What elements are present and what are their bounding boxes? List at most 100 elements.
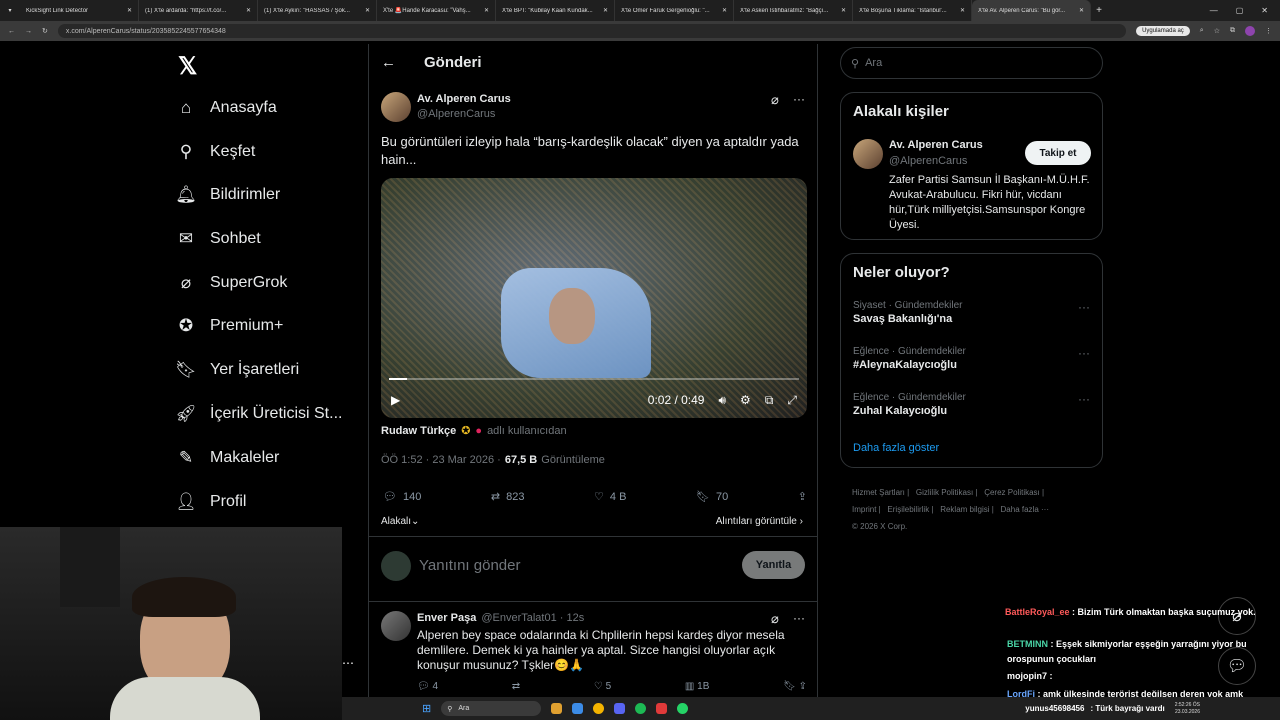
reply-input[interactable]: Yanıtını gönder	[419, 557, 520, 574]
close-icon[interactable]: ✕	[365, 7, 370, 14]
video-progress-bar[interactable]	[389, 378, 799, 380]
author-avatar[interactable]	[381, 92, 411, 122]
more-options-icon[interactable]: ···	[793, 92, 805, 106]
x-logo-icon[interactable]: 𝕏	[178, 52, 197, 81]
browser-tab[interactable]: X'te Boşuna Tıklama: "İstanbul'... ✕	[853, 0, 972, 21]
show-more-link[interactable]: Daha fazla göster	[853, 442, 939, 454]
browser-tab[interactable]: (1) X'te Aykırı: "HASSAS / Şok... ✕	[258, 0, 377, 21]
trend-more-icon[interactable]: ···	[1078, 346, 1090, 360]
bookmark-button[interactable]: 🔖︎ 70	[696, 490, 728, 504]
author-handle[interactable]: @AlperenCarus	[417, 108, 495, 120]
back-icon[interactable]: ←	[8, 28, 15, 35]
reply-button[interactable]: 💬︎ 140	[383, 490, 421, 504]
volume-icon[interactable]: 🔊︎	[718, 393, 726, 408]
repost-button[interactable]: ⇄ 823	[491, 490, 525, 504]
close-icon[interactable]: ✕	[127, 7, 132, 14]
footer-link[interactable]: Hizmet Şartları |	[852, 488, 909, 497]
new-tab-icon[interactable]: +	[1091, 5, 1107, 16]
open-in-app-button[interactable]: Uygulamada aç	[1136, 26, 1190, 36]
reply-reply-button[interactable]: 💬︎ 4	[417, 681, 438, 692]
nav-bookmarks[interactable]: 🔖︎ Yer İşaretleri	[175, 360, 299, 380]
follow-button[interactable]: Takip et	[1025, 141, 1091, 165]
minimize-icon[interactable]: —	[1210, 6, 1218, 15]
browser-tab[interactable]: (1) X'te ardarda: "https://t.co/... ✕	[139, 0, 258, 21]
nav-explore[interactable]: ⚲ Keşfet	[176, 142, 256, 162]
browser-tab[interactable]: X'te Ömer Faruk Gergerlioğlu: "... ✕	[615, 0, 734, 21]
spotify-icon[interactable]	[635, 703, 647, 714]
source-name[interactable]: Rudaw Türkçe	[381, 425, 456, 437]
popout-icon[interactable]: ⧉	[765, 393, 774, 408]
reply-avatar[interactable]	[381, 611, 411, 641]
whatsapp-icon[interactable]	[677, 703, 689, 714]
trend-item[interactable]: Eğlence · Gündemdekiler Zuhal Kalaycıoğlu	[853, 392, 966, 417]
extensions-icon[interactable]: ⧉	[1230, 27, 1235, 35]
footer-link[interactable]: Gizlilik Politikası |	[916, 488, 978, 497]
maximize-icon[interactable]: ▢	[1236, 6, 1244, 15]
discord-icon[interactable]	[614, 703, 626, 714]
windows-start-icon[interactable]: ⊞	[422, 702, 431, 715]
file-explorer-icon[interactable]	[551, 703, 563, 714]
sort-dropdown[interactable]: Alakalı⌄	[381, 516, 419, 527]
settings-icon[interactable]: ⚙	[740, 393, 751, 407]
browser-tab[interactable]: X'te BPT: "Kubilay Kaan Kundak... ✕	[496, 0, 615, 21]
trend-item[interactable]: Eğlence · Gündemdekiler #AleynaKalaycıoğl…	[853, 346, 966, 371]
nav-profile[interactable]: 👤︎ Profil	[175, 492, 246, 512]
related-handle[interactable]: @AlperenCarus	[889, 155, 967, 167]
close-icon[interactable]: ✕	[484, 7, 489, 14]
reply-name[interactable]: Enver Paşa	[417, 612, 476, 624]
nav-articles[interactable]: ✎ Makaleler	[176, 448, 279, 468]
browser-tab[interactable]: X'te 🚨Hande Karacasu: "Vahş... ✕	[377, 0, 496, 21]
edge-icon[interactable]	[572, 703, 584, 714]
zoom-icon[interactable]: ⌕	[1200, 27, 1204, 35]
chrome-icon[interactable]	[593, 703, 605, 714]
view-quotes-link[interactable]: Alıntıları görüntüle ›	[716, 516, 803, 527]
fullscreen-icon[interactable]: ⤢	[787, 393, 797, 408]
close-icon[interactable]: ✕	[841, 7, 846, 14]
play-icon[interactable]: ▶	[391, 393, 400, 407]
menu-icon[interactable]: ⋮	[1265, 27, 1272, 35]
close-window-icon[interactable]: ✕	[1261, 6, 1268, 15]
clock[interactable]: 2:52:26 ÖS 23.03.2026	[1175, 702, 1200, 716]
reply-bookmark-button[interactable]: 🔖︎ ⇪	[783, 681, 807, 692]
reply-submit-button[interactable]: Yanıtla	[742, 551, 805, 579]
grok-icon[interactable]: ⌀	[771, 611, 779, 627]
bookmark-star-icon[interactable]: ☆	[1214, 27, 1220, 35]
nav-chat[interactable]: ✉ Sohbet	[176, 229, 261, 249]
related-avatar[interactable]	[853, 139, 883, 169]
footer-link[interactable]: Imprint |	[852, 505, 881, 514]
share-button[interactable]: ⇪	[798, 490, 807, 503]
tab-menu-icon[interactable]: ▾	[0, 7, 20, 14]
forward-icon[interactable]: →	[25, 28, 32, 35]
video-player[interactable]: ▶ 0:02 / 0:49 🔊︎ ⚙ ⧉ ⤢	[381, 178, 807, 418]
reply-like-button[interactable]: ♡ 5	[594, 681, 611, 692]
back-arrow-icon[interactable]: ←	[381, 54, 396, 71]
trend-item[interactable]: Siyaset · Gündemdekiler Savaş Bakanlığı'n…	[853, 300, 963, 325]
trend-more-icon[interactable]: ···	[1078, 392, 1090, 406]
like-button[interactable]: ♡ 4 B	[594, 490, 626, 504]
reply-views[interactable]: ▥ 1B	[685, 681, 709, 692]
reply-handle[interactable]: @EnverTalat01 · 12s	[481, 612, 584, 624]
close-icon[interactable]: ✕	[246, 7, 251, 14]
app-icon[interactable]	[656, 703, 668, 714]
footer-link[interactable]: Daha fazla ···	[1001, 505, 1049, 514]
nav-premium[interactable]: ✪ Premium+	[176, 316, 283, 336]
trend-more-icon[interactable]: ···	[1078, 300, 1090, 314]
nav-supergrok[interactable]: ⌀ SuperGrok	[176, 273, 288, 293]
search-input[interactable]: ⚲ Ara	[840, 47, 1103, 79]
browser-tab[interactable]: KickSight Link Detector ✕	[20, 0, 139, 21]
post-time[interactable]: ÖÖ 1:52 · 23 Mar 2026 ·	[381, 454, 501, 466]
more-options-icon[interactable]: ···	[793, 611, 805, 625]
close-icon[interactable]: ✕	[960, 7, 965, 14]
nav-creator-studio[interactable]: 🚀︎ İçerik Üreticisi St...	[175, 404, 342, 424]
footer-link[interactable]: Reklam bilgisi |	[940, 505, 994, 514]
profile-icon[interactable]	[1245, 26, 1255, 36]
browser-tab-active[interactable]: X'te Av. Alperen Carus: "Bu gör... ✕	[972, 0, 1091, 21]
related-name[interactable]: Av. Alperen Carus	[889, 139, 983, 151]
nav-home[interactable]: ⌂ Anasayfa	[176, 98, 277, 118]
close-icon[interactable]: ✕	[603, 7, 608, 14]
footer-link[interactable]: Erişilebilirlik |	[887, 505, 933, 514]
nav-notifications[interactable]: 🔔︎ Bildirimler	[175, 185, 280, 205]
reply-repost-button[interactable]: ⇄	[512, 681, 520, 692]
grok-icon[interactable]: ⌀	[771, 92, 779, 108]
reload-icon[interactable]: ↻	[42, 27, 48, 35]
